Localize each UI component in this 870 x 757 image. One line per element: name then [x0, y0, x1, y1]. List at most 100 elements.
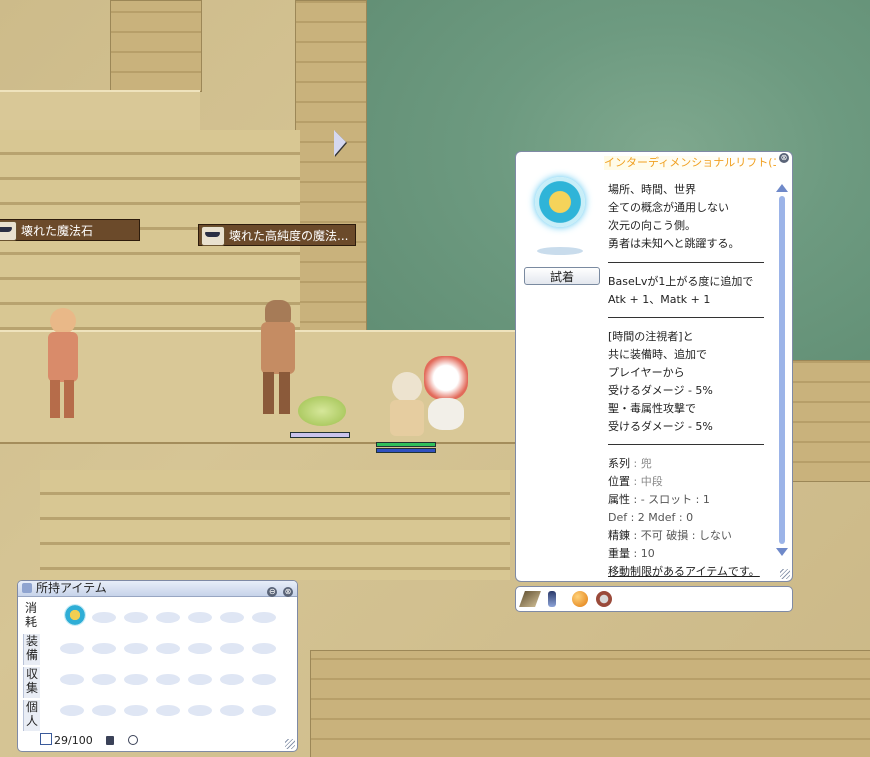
divider [608, 444, 764, 445]
divider [608, 317, 764, 318]
stat-series: 系列 : 兜 [608, 457, 652, 470]
orb-icon[interactable] [572, 591, 588, 607]
bonus-line: BaseLvが1上がる度に追加で [608, 275, 754, 288]
ground-item-name: 壊れた魔法石 [21, 224, 94, 238]
item-description: 場所、時間、世界 全ての概念が通用しない 次元の向こう側。 勇者は未知へと跳躍す… [608, 181, 768, 581]
tab-personal[interactable]: 個人 [23, 700, 40, 731]
npc-man[interactable] [255, 300, 299, 416]
inventory-item-slot-icon[interactable] [64, 604, 86, 626]
lower-stairs [40, 470, 510, 580]
monster-hp-bar [290, 432, 350, 438]
tooltip-action-bar [515, 586, 793, 612]
close-icon[interactable]: ⊗ [779, 153, 789, 163]
empty-slot[interactable] [124, 612, 148, 623]
stat-def: Def : 2 Mdef : 0 [608, 511, 694, 524]
combo-line: 受けるダメージ - 5% [608, 420, 713, 433]
right-wall [790, 360, 870, 482]
scroll-up-icon[interactable] [776, 184, 788, 192]
try-on-button[interactable]: 試着 [524, 267, 600, 285]
empty-slot[interactable] [92, 705, 116, 716]
tab-equipment[interactable]: 装備 [23, 634, 40, 665]
close-icon[interactable]: ⊗ [283, 587, 293, 597]
tab-collection[interactable]: 収集 [23, 667, 40, 698]
ground-item-name: 壊れた高純度の魔法... [229, 229, 349, 243]
empty-slot[interactable] [220, 674, 244, 685]
resize-grip-icon[interactable] [780, 569, 790, 579]
inventory-title: 所持アイテム [36, 581, 107, 595]
lock-icon[interactable] [106, 736, 115, 745]
empty-slot[interactable] [124, 705, 148, 716]
empty-slot[interactable] [188, 674, 212, 685]
divider [608, 262, 764, 263]
bonus-line: Atk + 1、Matk + 1 [608, 293, 711, 306]
flavor-line: 全ての概念が通用しない [608, 201, 729, 214]
item-title: インターディメンショナルリフト(エ [604, 156, 776, 170]
resize-grip-icon[interactable] [285, 739, 295, 749]
anvil-icon [201, 226, 225, 246]
empty-slot[interactable] [156, 674, 180, 685]
scroll-down-icon[interactable] [776, 548, 788, 556]
npc-girl[interactable] [42, 308, 82, 420]
empty-slot[interactable] [60, 705, 84, 716]
empty-slot[interactable] [156, 612, 180, 623]
tooltip-scrollbar[interactable] [776, 184, 788, 556]
minimize-icon[interactable]: ⊖ [267, 587, 278, 597]
ground-item-label[interactable]: 壊れた魔法石 [0, 219, 140, 241]
anvil-icon [0, 221, 17, 241]
stat-attribute: 属性 : - スロット : 1 [608, 493, 710, 506]
empty-slot[interactable] [252, 612, 276, 623]
combo-line: [時間の注視者]と [608, 330, 694, 343]
flavor-line: 場所、時間、世界 [608, 183, 696, 196]
inventory-header[interactable]: 所持アイテム ⊖ ⊗ [18, 581, 297, 597]
scroll-thumb[interactable] [779, 196, 785, 544]
quill-icon[interactable] [548, 591, 556, 607]
flavor-line: 次元の向こう側。 [608, 219, 696, 232]
combo-line: プレイヤーから [608, 366, 685, 379]
stat-refine: 精錬 : 不可 破損 : しない [608, 529, 732, 542]
empty-slot[interactable] [188, 612, 212, 623]
ground-item-label[interactable]: 壊れた高純度の魔法... [198, 224, 356, 246]
combo-line: 受けるダメージ - 5% [608, 384, 713, 397]
empty-slot[interactable] [188, 643, 212, 654]
empty-slot[interactable] [220, 612, 244, 623]
inventory-tabs: 消耗 装備 収集 個人 [23, 601, 40, 733]
empty-slot[interactable] [92, 612, 116, 623]
flavor-line: 勇者は未知へと跳躍する。 [608, 237, 740, 250]
bottom-wall [310, 650, 870, 757]
empty-slot[interactable] [124, 643, 148, 654]
empty-slot[interactable] [156, 705, 180, 716]
item-shadow [537, 247, 583, 255]
empty-slot[interactable] [156, 643, 180, 654]
tab-consumable[interactable]: 消耗 [23, 601, 39, 632]
empty-slot[interactable] [252, 705, 276, 716]
upper-ledge [0, 90, 200, 134]
item-count: 29/100 [54, 734, 93, 747]
empty-slot[interactable] [252, 674, 276, 685]
combo-line: 聖・毒属性攻撃で [608, 402, 696, 415]
book-icon[interactable] [40, 733, 52, 745]
empty-slot[interactable] [220, 643, 244, 654]
item-image-panel [523, 161, 599, 261]
stat-weight: 重量 : 10 [608, 547, 655, 560]
combo-line: 共に装備時、追加で [608, 348, 707, 361]
pet-creature[interactable] [420, 350, 472, 434]
empty-slot[interactable] [220, 705, 244, 716]
empty-slot[interactable] [92, 674, 116, 685]
empty-slot[interactable] [92, 643, 116, 654]
inventory-window[interactable]: 所持アイテム ⊖ ⊗ 消耗 装備 収集 個人 29/100 [17, 580, 298, 752]
empty-slot[interactable] [124, 674, 148, 685]
gear-icon[interactable] [596, 591, 612, 607]
empty-slot[interactable] [252, 643, 276, 654]
restriction-note: 移動制限があるアイテムです。 [608, 565, 760, 578]
item-tooltip-window[interactable]: インターディメンショナルリフト(エ ⊗ 試着 場所、時間、世界 全ての概念が通用… [515, 151, 793, 582]
book-icon[interactable] [519, 591, 541, 607]
dimensional-rift-item-icon [535, 177, 585, 227]
search-icon[interactable] [127, 735, 138, 745]
empty-slot[interactable] [60, 674, 84, 685]
stat-position: 位置 : 中段 [608, 475, 663, 488]
stone-pillar [110, 0, 202, 92]
empty-slot[interactable] [60, 643, 84, 654]
player-sp-bar [376, 448, 436, 453]
empty-slot[interactable] [188, 705, 212, 716]
poring-monster[interactable] [298, 396, 346, 426]
